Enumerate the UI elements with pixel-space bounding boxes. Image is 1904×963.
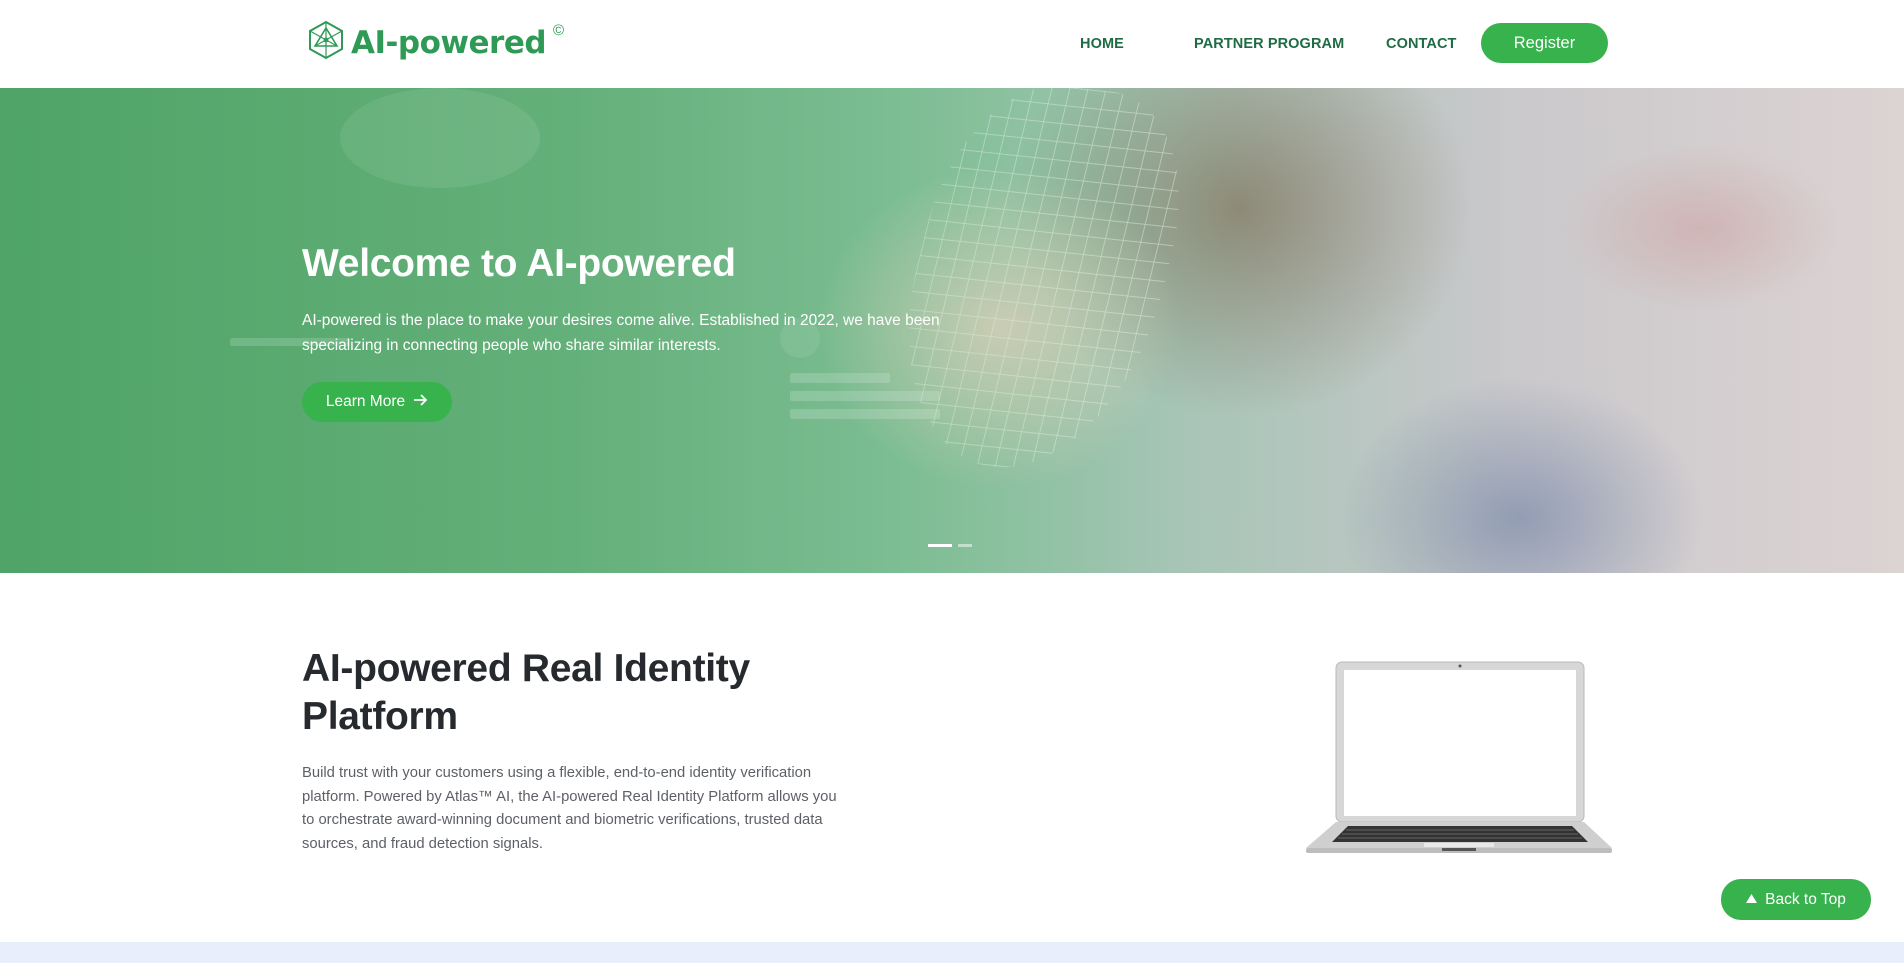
site-header: AI-powered © HOME PARTNER PROGRAM CONTAC… <box>0 0 1904 88</box>
copyright-mark: © <box>553 22 565 39</box>
back-to-top-label: Back to Top <box>1765 890 1846 908</box>
hero-title: Welcome to AI-powered <box>302 242 736 285</box>
hero-description: AI-powered is the place to make your des… <box>302 312 940 354</box>
nav-link-home[interactable]: HOME <box>1080 36 1124 52</box>
logo[interactable]: AI-powered © <box>307 20 564 65</box>
hero-carousel: Welcome to AI-powered AI-powered is the … <box>0 88 1904 573</box>
carousel-dot-2[interactable] <box>958 544 972 547</box>
carousel-dot-1[interactable] <box>928 544 952 547</box>
section-description: Build trust with your customers using a … <box>302 765 837 853</box>
triangle-up-icon <box>1746 893 1758 906</box>
nav-contact: CONTACT <box>1386 0 1457 88</box>
logo-text: AI-powered <box>351 24 547 61</box>
learn-more-label: Learn More <box>325 393 406 410</box>
register-button[interactable]: Register <box>1481 23 1608 63</box>
next-section-band <box>0 942 1904 963</box>
carousel-indicators <box>928 544 972 547</box>
laptop-image <box>1306 660 1612 856</box>
arrow-right-icon <box>413 392 428 412</box>
hero-overlay <box>0 88 1904 573</box>
nav-partner: PARTNER PROGRAM <box>1194 0 1344 88</box>
nav-home: HOME <box>1080 0 1124 88</box>
logo-icon <box>307 20 345 65</box>
learn-more-button[interactable]: Learn More <box>302 382 452 422</box>
nav-link-contact[interactable]: CONTACT <box>1386 36 1457 52</box>
section-title: AI-powered Real Identity Platform <box>302 647 750 738</box>
back-to-top-button[interactable]: Back to Top <box>1721 879 1871 920</box>
nav-link-partner-program[interactable]: PARTNER PROGRAM <box>1194 36 1344 52</box>
